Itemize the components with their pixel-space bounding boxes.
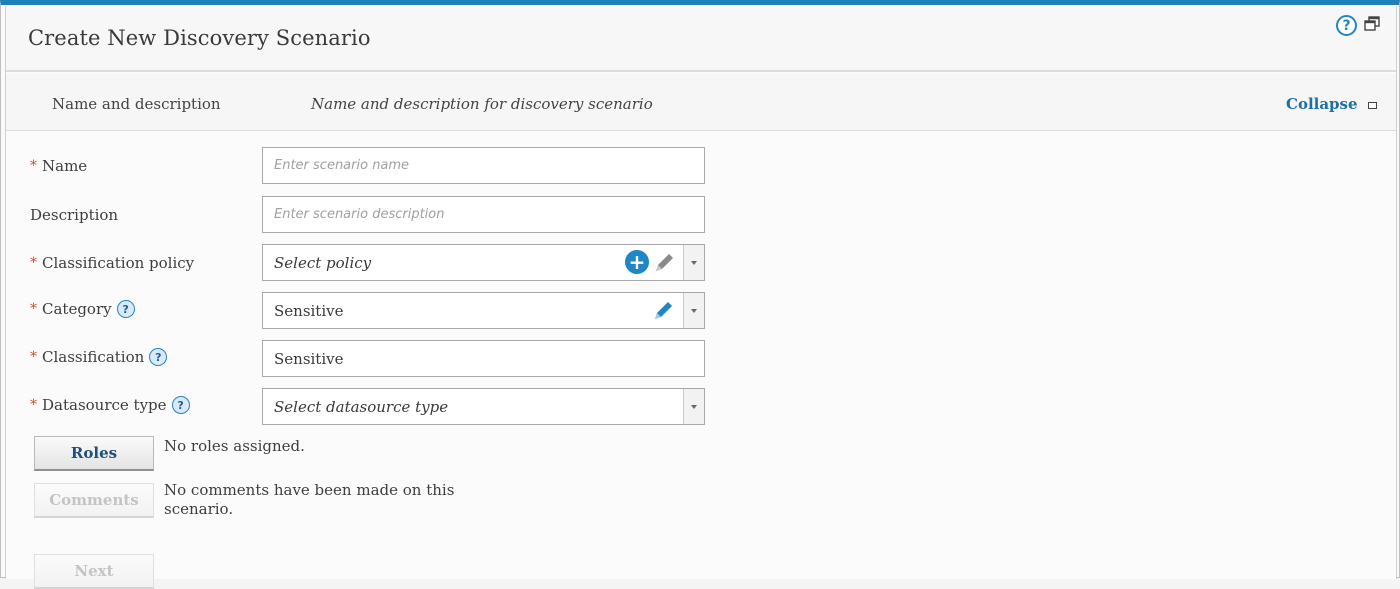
- comments-status: No comments have been made on this scena…: [164, 481, 455, 518]
- classification-input[interactable]: Sensitive: [262, 340, 705, 377]
- category-label-text: Category: [42, 300, 112, 318]
- section-header: Name and description Name and descriptio…: [6, 74, 1396, 131]
- datasource-type-label: * Datasource type ?: [30, 396, 190, 414]
- classification-label: * Classification ?: [30, 348, 168, 366]
- help-icon[interactable]: ?: [116, 300, 135, 318]
- description-input[interactable]: Enter scenario description: [262, 196, 705, 233]
- chevron-down-icon[interactable]: [683, 389, 704, 424]
- add-circle-icon[interactable]: +: [625, 250, 649, 274]
- pencil-icon[interactable]: [650, 298, 676, 324]
- chevron-down-icon[interactable]: [683, 245, 704, 280]
- name-label: * Name: [30, 157, 87, 175]
- required-marker: *: [30, 349, 37, 365]
- name-label-text: Name: [42, 157, 88, 175]
- required-marker: *: [30, 301, 37, 317]
- comments-button[interactable]: Comments: [34, 483, 154, 518]
- page-title: Create New Discovery Scenario: [28, 26, 371, 50]
- required-marker: *: [30, 158, 37, 174]
- help-icon[interactable]: ?: [149, 348, 168, 366]
- classification-label-text: Classification: [42, 348, 145, 366]
- classification-policy-value: Select policy: [274, 253, 372, 272]
- next-button[interactable]: Next: [34, 554, 154, 589]
- roles-button[interactable]: Roles: [34, 436, 154, 471]
- roles-status: No roles assigned.: [164, 437, 305, 455]
- category-label: * Category ?: [30, 300, 135, 318]
- section-label: Name and description: [52, 95, 221, 113]
- help-icon[interactable]: ?: [1336, 15, 1357, 36]
- help-icon[interactable]: ?: [171, 396, 190, 414]
- scenario-panel: Create New Discovery Scenario ? Name and…: [5, 6, 1397, 589]
- chevron-down-icon[interactable]: [683, 293, 704, 328]
- panel-header: Create New Discovery Scenario ?: [6, 6, 1396, 72]
- classification-policy-select[interactable]: Select policy +: [262, 244, 705, 281]
- classification-policy-label-text: Classification policy: [42, 254, 195, 272]
- required-marker: *: [30, 255, 37, 271]
- window-restore-icon[interactable]: [1364, 16, 1380, 32]
- description-label: Description: [30, 206, 118, 224]
- collapse-link[interactable]: Collapse: [1286, 95, 1358, 113]
- minimize-square-icon[interactable]: [1368, 102, 1377, 109]
- classification-policy-label: * Classification policy: [30, 254, 194, 272]
- datasource-type-label-text: Datasource type: [42, 396, 167, 414]
- description-label-text: Description: [30, 206, 119, 224]
- classification-value: Sensitive: [274, 349, 344, 368]
- category-value: Sensitive: [274, 301, 344, 320]
- category-select[interactable]: Sensitive: [262, 292, 705, 329]
- datasource-type-value: Select datasource type: [274, 397, 449, 416]
- section-description: Name and description for discovery scena…: [311, 95, 653, 113]
- name-input[interactable]: Enter scenario name: [262, 147, 705, 184]
- app-window: Create New Discovery Scenario ? Name and…: [0, 0, 1400, 589]
- required-marker: *: [30, 397, 37, 413]
- pencil-icon[interactable]: [651, 250, 677, 276]
- datasource-type-select[interactable]: Select datasource type: [262, 388, 705, 425]
